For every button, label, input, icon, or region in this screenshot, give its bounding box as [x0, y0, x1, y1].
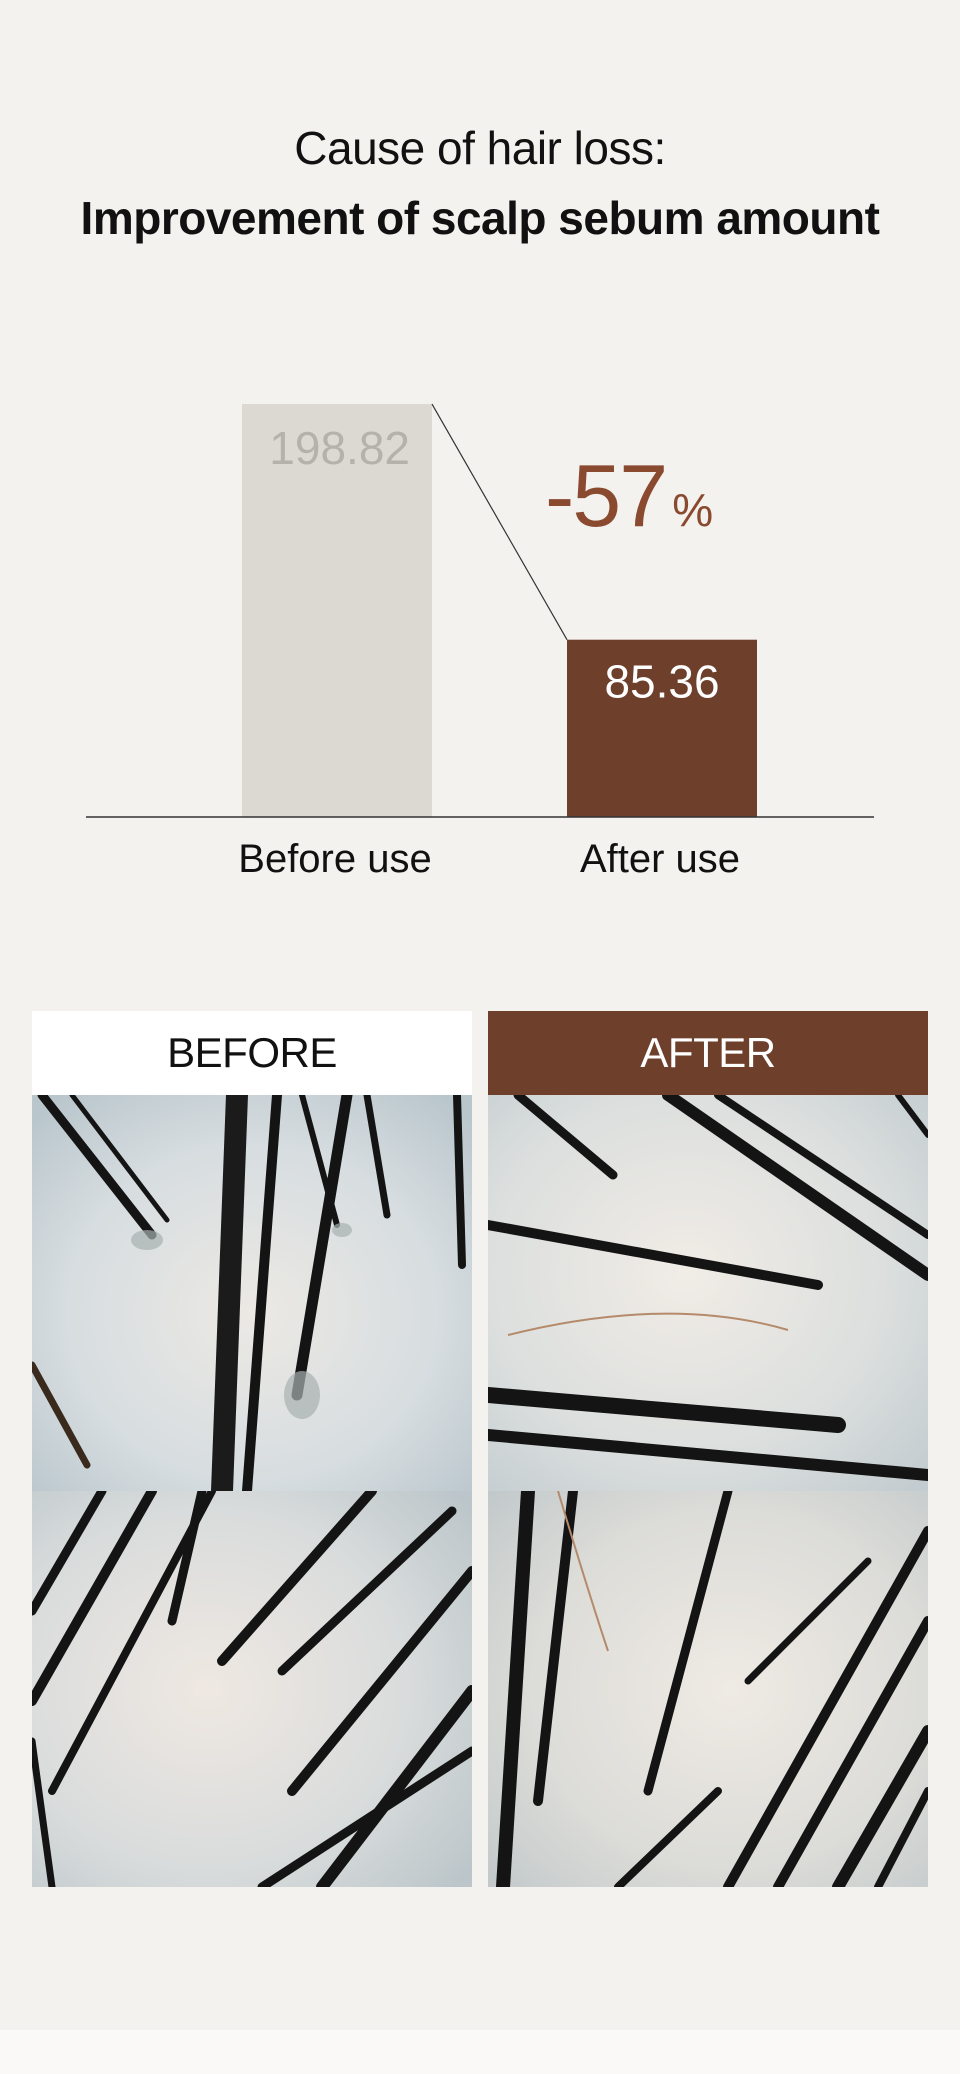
value-label-after: 85.36 [604, 656, 719, 708]
after-header: AFTER [488, 1011, 928, 1095]
before-photo-2 [32, 1491, 472, 1887]
chart-title: Cause of hair loss: Improvement of scalp… [0, 118, 960, 258]
category-label-after: After use [580, 837, 740, 881]
title-line1: Cause of hair loss: [294, 122, 666, 174]
category-label-before: Before use [238, 837, 431, 881]
bottom-strip [0, 2030, 960, 2074]
value-label-before: 198.82 [269, 422, 410, 474]
bar-chart: 198.82 85.36 -57 % Before use After use [86, 403, 874, 881]
change-percent-label: -57% [545, 446, 713, 545]
title-line2: Improvement of scalp sebum amount [80, 192, 880, 244]
after-photo-1 [488, 1095, 928, 1491]
before-photo-1 [32, 1095, 472, 1491]
before-header: BEFORE [32, 1011, 472, 1095]
after-photo-2 [488, 1491, 928, 1887]
